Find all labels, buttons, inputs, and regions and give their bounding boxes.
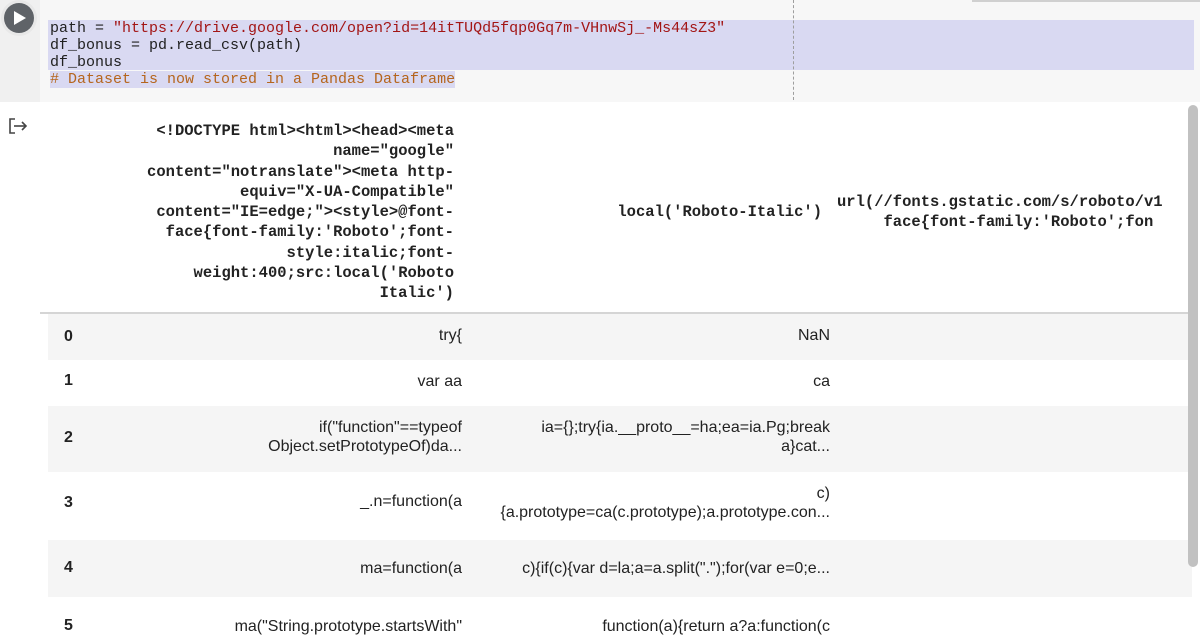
- code-line-1: path = "https://drive.google.com/open?id…: [50, 20, 726, 37]
- table-cell: try{: [438, 327, 462, 344]
- table-row: 0 try{ NaN: [48, 314, 1192, 360]
- output-scrollbar[interactable]: [1188, 105, 1198, 567]
- column-header-3: url(//fonts.gstatic.com/s/roboto/v1 face…: [837, 193, 1163, 232]
- table-cell: NaN: [797, 327, 830, 344]
- column-header-1: <!DOCTYPE html><html><head><meta name="g…: [147, 122, 454, 303]
- code-cell[interactable]: path = "https://drive.google.com/open?id…: [0, 0, 1200, 102]
- table-row: 1 var aa ca: [48, 360, 1192, 406]
- row-index: 5: [64, 617, 73, 634]
- cell-output: <!DOCTYPE html><html><head><meta name="g…: [40, 102, 1192, 638]
- code-comment: # Dataset is now stored in a Pandas Data…: [50, 71, 456, 88]
- code-line-3: df_bonus: [50, 54, 123, 71]
- row-index: 3: [64, 494, 73, 511]
- column-header-2: local('Roboto-Italic'): [617, 203, 822, 221]
- table-row: 2 if("function"==typeof Object.setProtot…: [48, 406, 1192, 472]
- table-cell: _.n=function(a: [360, 493, 462, 510]
- table-row: 4 ma=function(a c){if(c){var d=la;a=a.sp…: [48, 540, 1192, 597]
- table-cell: ca: [813, 373, 830, 390]
- ruler-guide: [793, 0, 794, 100]
- play-icon: [14, 11, 26, 25]
- dataframe-header: <!DOCTYPE html><html><head><meta name="g…: [40, 102, 1192, 314]
- code-line-2: df_bonus = pd.read_csv(path): [50, 37, 303, 54]
- row-index: 0: [64, 328, 73, 345]
- table-cell: ma=function(a: [360, 560, 462, 577]
- cell-top-border: [972, 0, 1200, 2]
- run-cell-button[interactable]: [4, 3, 34, 33]
- table-cell: if("function"==typeof Object.setPrototyp…: [268, 419, 462, 455]
- table-cell: ia={};try{ia.__proto__=ha;ea=ia.Pg;break…: [541, 419, 830, 455]
- row-index: 1: [64, 372, 73, 389]
- table-row: 5 ma("String.prototype.startsWith" funct…: [48, 597, 1192, 638]
- url-string: "https://drive.google.com/open?id=14itTU…: [113, 20, 726, 37]
- table-cell: c) {a.prototype=ca(c.prototype);a.protot…: [500, 485, 830, 521]
- code-text[interactable]: path = "https://drive.google.com/open?id…: [50, 20, 725, 88]
- row-index: 4: [64, 559, 73, 576]
- table-row: 3 _.n=function(a c) {a.prototype=ca(c.pr…: [48, 472, 1192, 540]
- table-cell: ma("String.prototype.startsWith": [234, 618, 462, 635]
- table-cell: var aa: [417, 373, 462, 390]
- table-cell: c){if(c){var d=la;a=a.split(".");for(var…: [522, 560, 830, 577]
- output-arrow-icon: [9, 118, 28, 134]
- row-index: 2: [64, 429, 73, 446]
- table-cell: function(a){return a?a:function(c: [602, 618, 830, 635]
